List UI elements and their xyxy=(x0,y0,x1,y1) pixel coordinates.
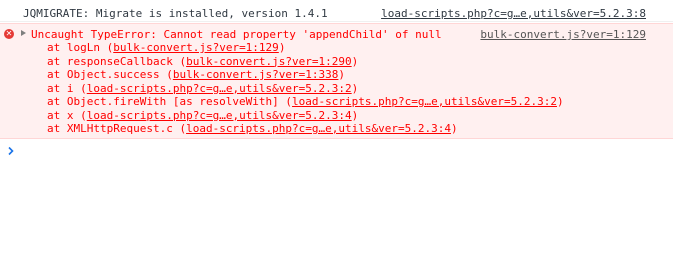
log-message-text: JQMIGRATE: Migrate is installed, version… xyxy=(23,7,328,20)
stack-frame: at Object.success (bulk-convert.js?ver=1… xyxy=(47,68,564,82)
stack-frame-link[interactable]: load-scripts.php?c=g…e,utils&ver=5.2.3:4 xyxy=(87,109,352,122)
expand-triangle-icon[interactable] xyxy=(21,30,26,36)
console-error-message: ✕ Uncaught TypeError: Cannot read proper… xyxy=(0,23,673,139)
stack-frame-suffix: ) xyxy=(278,41,286,54)
console-prompt-input[interactable] xyxy=(6,146,16,156)
stack-frame: at Object.fireWith [as resolveWith] (loa… xyxy=(47,95,564,109)
stack-frame-prefix: at x ( xyxy=(47,108,87,122)
stack-frame-prefix: at Object.success ( xyxy=(47,68,173,81)
stack-frame-suffix: ) xyxy=(450,122,458,135)
stack-frame: at i (load-scripts.php?c=g…e,utils&ver=5… xyxy=(47,82,564,96)
devtools-console: JQMIGRATE: Migrate is installed, version… xyxy=(0,0,673,253)
stack-frame-link[interactable]: load-scripts.php?c=g…e,utils&ver=5.2.3:4 xyxy=(186,122,451,135)
stack-frame: at XMLHttpRequest.c (load-scripts.php?c=… xyxy=(47,122,564,136)
stack-frame-prefix: at logLn ( xyxy=(47,41,114,54)
stack-frame: at responseCallback (bulk-convert.js?ver… xyxy=(47,55,564,69)
stack-frame-prefix: at responseCallback ( xyxy=(47,54,187,68)
stack-frame-suffix: ) xyxy=(351,108,359,122)
log-message-source-link[interactable]: load-scripts.php?c=g…e,utils&ver=5.2.3:8 xyxy=(381,7,646,20)
stack-frame: at logLn (bulk-convert.js?ver=1:129) xyxy=(47,41,564,55)
error-message-text[interactable]: Uncaught TypeError: Cannot read property… xyxy=(31,28,442,41)
error-x-icon: ✕ xyxy=(4,29,14,39)
error-message-source-link[interactable]: bulk-convert.js?ver=1:129 xyxy=(480,28,646,41)
stack-frame-prefix: at Object.fireWith [as resolveWith] ( xyxy=(47,95,293,108)
stack-frame-link[interactable]: bulk-convert.js?ver=1:338 xyxy=(173,68,339,81)
stack-frame-link[interactable]: load-scripts.php?c=g…e,utils&ver=5.2.3:2 xyxy=(292,95,557,108)
stack-frame-prefix: at i ( xyxy=(47,81,87,95)
stack-frame: at x (load-scripts.php?c=g…e,utils&ver=5… xyxy=(47,109,564,123)
stack-trace: at logLn (bulk-convert.js?ver=1:129) at … xyxy=(47,41,564,136)
chevron-right-icon xyxy=(8,146,14,156)
stack-frame-suffix: ) xyxy=(351,54,359,68)
stack-frame-link[interactable]: bulk-convert.js?ver=1:129 xyxy=(113,41,279,54)
stack-frame-prefix: at XMLHttpRequest.c ( xyxy=(47,122,187,135)
stack-frame-suffix: ) xyxy=(556,95,564,108)
stack-frame-suffix: ) xyxy=(338,68,346,81)
stack-frame-link[interactable]: load-scripts.php?c=g…e,utils&ver=5.2.3:2 xyxy=(87,82,352,95)
console-log-message: JQMIGRATE: Migrate is installed, version… xyxy=(0,0,673,22)
stack-frame-suffix: ) xyxy=(351,81,359,95)
stack-frame-link[interactable]: bulk-convert.js?ver=1:290 xyxy=(186,55,352,68)
